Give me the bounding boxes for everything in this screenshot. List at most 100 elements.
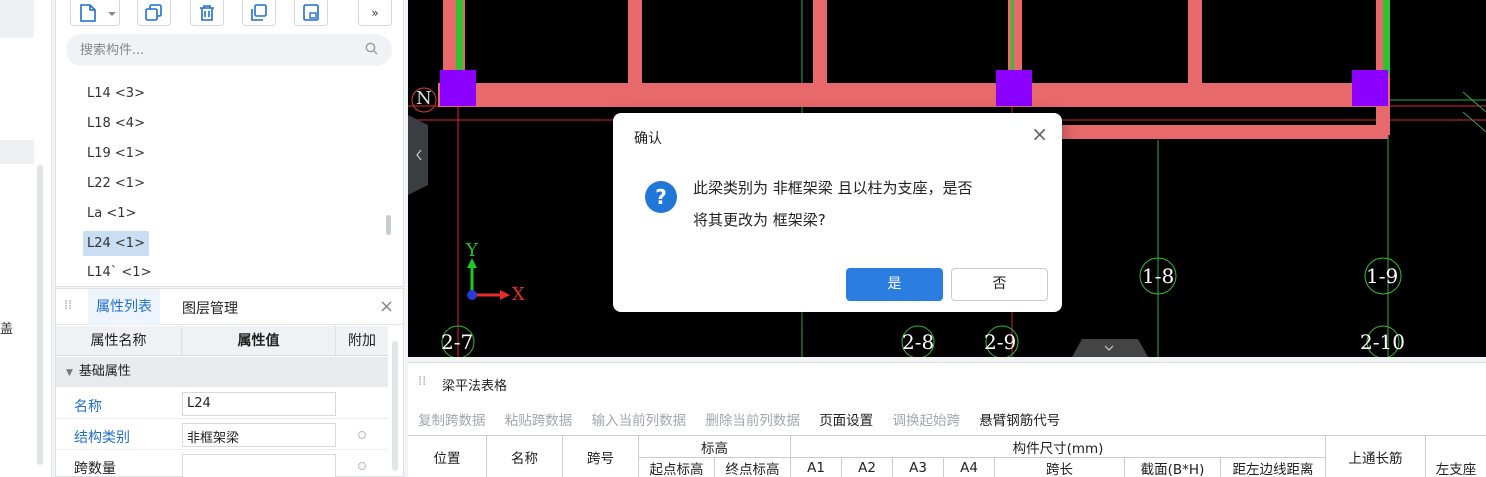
column-header[interactable]: 起点标高 — [639, 458, 715, 477]
more-icon: » — [371, 5, 379, 20]
list-item[interactable]: L18 <4> — [83, 111, 149, 136]
component-list-panel: » L14 <3> L18 <4> L19 <1> L22 <1> La <1>… — [55, 0, 404, 287]
paste-span-data-button[interactable]: 粘贴跨数据 — [505, 413, 573, 429]
search-box[interactable] — [66, 34, 392, 66]
dropdown-arrow-icon[interactable] — [107, 3, 117, 23]
property-name: 结构类别 — [74, 430, 130, 446]
copy-icon — [145, 3, 162, 21]
attach-checkbox[interactable] — [358, 431, 366, 439]
column-header[interactable]: 终点标高 — [715, 458, 791, 477]
list-item[interactable]: La <1> — [83, 201, 140, 226]
property-row: 跨数量 — [56, 451, 388, 477]
attach-checkbox[interactable] — [358, 462, 366, 470]
axis-label: 2-10 — [1360, 330, 1405, 354]
property-name: 名称 — [74, 399, 102, 415]
save-to-button[interactable] — [294, 0, 328, 26]
property-name: 跨数量 — [74, 461, 116, 477]
delete-icon — [200, 4, 214, 21]
property-value-field[interactable]: L24 — [182, 392, 336, 416]
column-header[interactable]: 上通长筋 — [1326, 436, 1426, 477]
column-header[interactable]: 位置 — [408, 436, 487, 477]
column-header[interactable]: 跨长 — [995, 458, 1125, 477]
search-input[interactable] — [80, 42, 350, 58]
dialog-title: 确认 — [634, 131, 662, 147]
column-header[interactable]: 标高 — [639, 436, 791, 458]
property-table-header: 属性名称 属性值 附加 — [56, 326, 388, 356]
left-strip-scrollbar[interactable] — [37, 165, 43, 465]
column-header: 附加 — [348, 333, 376, 349]
list-item-selected[interactable]: L24 <1> — [83, 231, 149, 256]
left-strip-block — [0, 0, 34, 38]
column-header[interactable]: A1 — [791, 458, 842, 477]
list-scrollbar[interactable] — [386, 215, 391, 235]
column-header[interactable]: 名称 — [487, 436, 563, 477]
property-panel: ⁞⁞ 属性列表 图层管理 × 属性名称 属性值 附加 ▼ 基础属性 名称 L24 … — [55, 288, 404, 477]
axis-label: 2-8 — [902, 330, 935, 354]
left-strip-block — [0, 140, 34, 164]
no-button[interactable]: 否 — [951, 268, 1048, 301]
property-tabs: ⁞⁞ 属性列表 图层管理 × — [56, 289, 403, 325]
delete-column-data-button[interactable]: 删除当前列数据 — [705, 413, 800, 429]
column-header: 属性值 — [182, 326, 336, 356]
close-icon[interactable]: × — [379, 296, 394, 317]
column-header[interactable]: A3 — [893, 458, 944, 477]
column-header[interactable]: 构件尺寸(mm) — [791, 436, 1326, 458]
search-icon[interactable] — [365, 42, 378, 58]
property-value-field[interactable]: 非框架梁 — [182, 423, 336, 447]
column-header[interactable]: 跨号 — [563, 436, 639, 477]
left-side-strip: 盖 — [0, 0, 52, 477]
axis-label: 1-8 — [1142, 264, 1175, 288]
property-value-field[interactable] — [182, 454, 336, 477]
list-item[interactable]: L14` <1> — [83, 261, 155, 281]
new-component-button[interactable] — [70, 0, 120, 26]
save-to-icon — [303, 3, 319, 21]
drag-handle-icon[interactable]: ⁞⁞ — [418, 374, 426, 389]
property-group[interactable]: ▼ 基础属性 — [56, 357, 388, 387]
table-toolbar: 复制跨数据 粘贴跨数据 输入当前列数据 删除当前列数据 页面设置 调换起始跨 悬… — [418, 409, 1075, 429]
tab-property-list[interactable]: 属性列表 — [88, 289, 160, 325]
group-label: 基础属性 — [78, 364, 131, 379]
swap-start-span-button[interactable]: 调换起始跨 — [892, 413, 960, 429]
beam-table: 位置 名称 跨号 标高 起点标高 终点标高 构件尺寸(mm) A1 A2 A3 … — [408, 435, 1486, 477]
column-header: 属性名称 — [56, 326, 182, 356]
copy-layer-icon — [251, 3, 267, 21]
list-item[interactable]: L14 <3> — [83, 81, 149, 106]
panel-title: 梁平法表格 — [442, 379, 508, 394]
more-button[interactable]: » — [358, 0, 392, 26]
tab-layer-management[interactable]: 图层管理 — [182, 298, 238, 318]
column-header[interactable]: 截面(B*H) — [1125, 458, 1221, 477]
delete-button[interactable] — [190, 0, 224, 26]
column-header[interactable]: A2 — [842, 458, 893, 477]
column-header[interactable]: 距左边线距离 — [1221, 458, 1326, 477]
dialog-message: 此梁类别为 非框架梁 且以柱为支座，是否 — [693, 179, 973, 197]
x-axis-label: X — [512, 284, 525, 305]
north-label: N — [416, 88, 432, 109]
page-setup-button[interactable]: 页面设置 — [819, 413, 873, 429]
property-scrollbar[interactable] — [392, 341, 398, 471]
cantilever-rebar-code-button[interactable]: 悬臂钢筋代号 — [979, 413, 1060, 429]
yes-button[interactable]: 是 — [846, 268, 943, 301]
y-axis-label: Y — [466, 240, 478, 261]
copy-button[interactable] — [137, 0, 171, 26]
column-header[interactable]: A4 — [944, 458, 995, 477]
property-row: 名称 L24 — [56, 389, 388, 419]
beam-table-panel: ⁞⁞ 梁平法表格 复制跨数据 粘贴跨数据 输入当前列数据 删除当前列数据 页面设… — [408, 362, 1486, 477]
axis-label: 2-7 — [441, 330, 474, 354]
copy-layer-button[interactable] — [242, 0, 276, 26]
dialog-message: 将其更改为 框架梁? — [693, 211, 826, 229]
left-strip-label: 盖 — [0, 322, 14, 337]
close-icon[interactable]: × — [1031, 124, 1048, 144]
new-component-icon — [80, 3, 96, 22]
collapse-icon[interactable]: ▼ — [66, 368, 73, 378]
axis-label: 1-9 — [1366, 264, 1399, 288]
property-row: 结构类别 非框架梁 — [56, 420, 388, 450]
list-item[interactable]: L22 <1> — [83, 171, 149, 196]
list-item[interactable]: L19 <1> — [83, 141, 149, 166]
confirm-dialog: 确认 × ? 此梁类别为 非框架梁 且以柱为支座，是否 将其更改为 框架梁? 是… — [613, 113, 1062, 312]
question-icon: ? — [645, 181, 677, 213]
drag-handle-icon[interactable]: ⁞⁞ — [64, 298, 72, 313]
column-header[interactable]: 左支座 — [1426, 458, 1486, 477]
copy-span-data-button[interactable]: 复制跨数据 — [418, 413, 486, 429]
input-column-data-button[interactable]: 输入当前列数据 — [592, 413, 687, 429]
axis-label: 2-9 — [984, 330, 1017, 354]
